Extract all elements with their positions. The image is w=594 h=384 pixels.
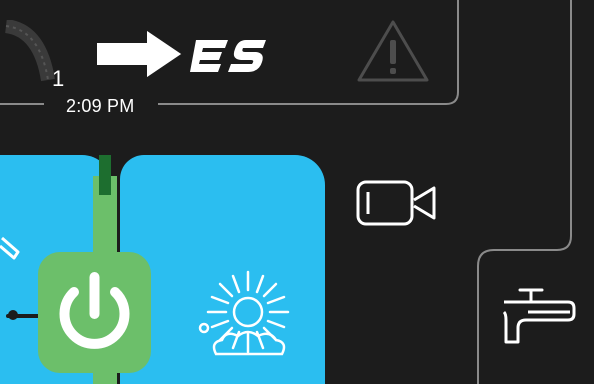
video-camera-icon[interactable] bbox=[356, 180, 440, 226]
power-icon bbox=[59, 272, 130, 349]
pencil-icon[interactable] bbox=[0, 228, 28, 268]
cable-dot bbox=[8, 310, 18, 320]
power-button[interactable] bbox=[38, 252, 151, 373]
gauge-icon bbox=[4, 20, 55, 82]
sun-wash-icon[interactable] bbox=[196, 262, 300, 366]
clock-time: 2:09 PM bbox=[66, 96, 135, 116]
warning-triangle-icon[interactable] bbox=[356, 18, 430, 84]
power-track-top bbox=[99, 155, 111, 195]
es-logo[interactable]: ES bbox=[186, 36, 270, 76]
faucet-icon[interactable] bbox=[498, 284, 578, 356]
status-count: 1 bbox=[52, 66, 65, 91]
right-arrow-icon bbox=[95, 27, 185, 81]
